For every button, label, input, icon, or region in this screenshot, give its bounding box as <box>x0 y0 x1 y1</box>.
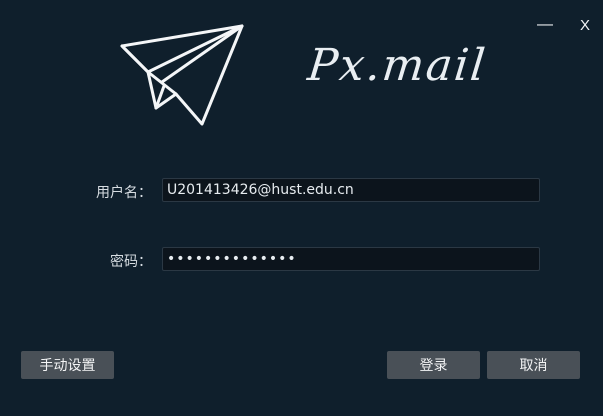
cancel-button[interactable]: 取消 <box>487 351 580 379</box>
close-icon: X <box>579 16 590 34</box>
manual-settings-button[interactable]: 手动设置 <box>21 351 114 379</box>
app-brand-title: Px.mail <box>305 40 490 91</box>
login-button[interactable]: 登录 <box>387 351 480 379</box>
paper-plane-icon <box>120 24 244 126</box>
password-input[interactable] <box>162 247 540 271</box>
minimize-icon: — <box>537 16 553 33</box>
minimize-button[interactable]: — <box>532 12 558 38</box>
close-button[interactable]: X <box>572 12 598 38</box>
password-label: 密码： <box>110 254 152 270</box>
username-label: 用户名： <box>96 185 152 201</box>
username-input[interactable] <box>162 178 540 202</box>
login-window: — X Px.mail 用户名： 密码： 手动设置 登录 取消 <box>0 0 603 416</box>
